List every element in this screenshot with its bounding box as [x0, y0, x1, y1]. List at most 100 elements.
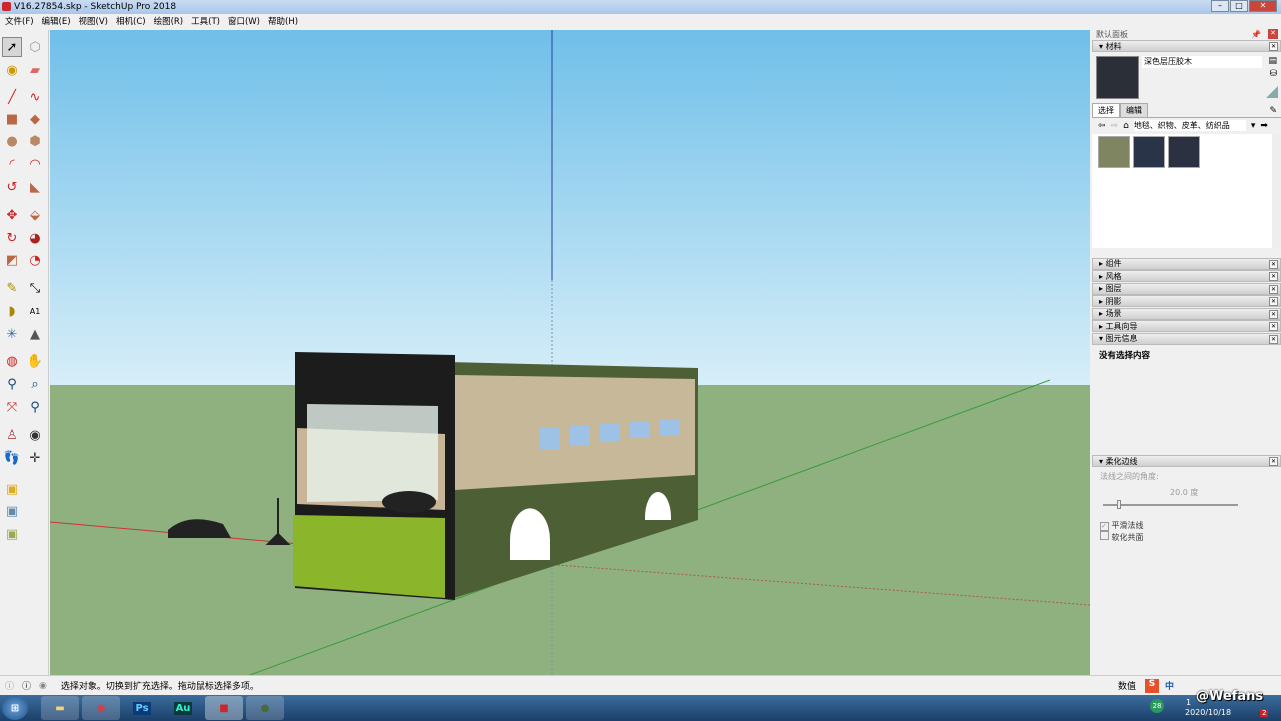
- entity-info-header[interactable]: ▾ 图元信息 ✕: [1092, 332, 1281, 345]
- panel-close[interactable]: ✕: [1269, 334, 1278, 344]
- explorer-taskbar-icon[interactable]: ▬: [41, 696, 79, 720]
- dropdown-arrow-icon[interactable]: ▾: [1251, 121, 1256, 131]
- chrome-taskbar-icon[interactable]: ◉: [82, 696, 120, 720]
- eraser-icon[interactable]: ▰: [25, 60, 45, 80]
- menu-view[interactable]: 视图(V): [79, 15, 108, 27]
- details-arrow-icon[interactable]: ➡: [1260, 121, 1268, 131]
- tab-edit[interactable]: 编辑: [1120, 102, 1148, 117]
- audition-taskbar-icon[interactable]: Au: [164, 696, 202, 720]
- polygon-icon[interactable]: ⬢: [25, 131, 45, 151]
- notification-count[interactable]: 2: [1260, 709, 1269, 717]
- pie-icon[interactable]: ◣: [25, 177, 45, 197]
- menu-edit[interactable]: 编辑(E): [42, 15, 71, 27]
- sogou-ime-icon[interactable]: S: [1145, 678, 1159, 693]
- panel-close[interactable]: ✕: [1269, 272, 1278, 281]
- text-tool-icon[interactable]: A1: [25, 301, 45, 321]
- clock-time[interactable]: 1: [1186, 698, 1191, 707]
- home-icon[interactable]: ⌂: [1123, 121, 1129, 131]
- default-material-icon[interactable]: [1266, 85, 1278, 98]
- 3d-viewport[interactable]: [50, 30, 1090, 675]
- arc-icon[interactable]: ◜: [2, 154, 22, 174]
- clock-date[interactable]: 2020/10/18: [1185, 708, 1231, 717]
- tape-measure-icon[interactable]: ✎: [2, 278, 22, 298]
- dimension-icon[interactable]: ⤡: [25, 278, 45, 298]
- panel-close[interactable]: ✕: [1269, 457, 1278, 466]
- smooth-normals-checkbox[interactable]: ✓: [1100, 521, 1109, 531]
- swatch-scrollbar[interactable]: [1272, 133, 1281, 248]
- instructor-header[interactable]: ▸ 工具向导 ✕: [1092, 320, 1281, 332]
- panel-close[interactable]: ✕: [1269, 259, 1278, 269]
- 3d-text-icon[interactable]: ▲: [25, 324, 45, 344]
- rectangle-icon[interactable]: ■: [2, 109, 22, 129]
- tab-select[interactable]: 选择: [1092, 102, 1120, 117]
- warehouse-icon[interactable]: ▣: [2, 479, 22, 499]
- zoom-icon[interactable]: ⚲: [2, 374, 22, 394]
- scale-icon[interactable]: ◩: [2, 250, 22, 270]
- previous-view-icon[interactable]: ⚲: [25, 397, 45, 417]
- material-swatch[interactable]: [1098, 135, 1130, 168]
- minimize-button[interactable]: –: [1211, 0, 1229, 12]
- follow-me-icon[interactable]: ◕: [25, 228, 45, 248]
- panel-close[interactable]: ✕: [1269, 284, 1278, 294]
- start-button[interactable]: ⊞: [2, 696, 28, 720]
- section-plane-icon[interactable]: ✛: [25, 448, 45, 468]
- look-around-icon[interactable]: ◉: [25, 425, 45, 445]
- menu-draw[interactable]: 绘图(R): [154, 15, 184, 27]
- security-badge[interactable]: 28: [1150, 699, 1164, 713]
- menu-camera[interactable]: 相机(C): [116, 15, 146, 27]
- tray-close-button[interactable]: ✕: [1268, 29, 1278, 39]
- collection-dropdown[interactable]: 地毯、织物、皮革、纺织品: [1133, 120, 1246, 131]
- angle-slider[interactable]: [1103, 503, 1238, 506]
- sample-paint-icon[interactable]: ⛁: [1269, 69, 1277, 79]
- photoshop-taskbar-icon[interactable]: Ps: [123, 696, 161, 720]
- close-button[interactable]: ✕: [1249, 0, 1277, 12]
- components-header[interactable]: ▸ 组件 ✕: [1092, 257, 1281, 270]
- scenes-header[interactable]: ▸ 场景 ✕: [1092, 307, 1281, 320]
- pan-icon[interactable]: ✋: [25, 351, 45, 371]
- panel-close[interactable]: ✕: [1269, 309, 1278, 319]
- send-to-layout-icon[interactable]: ▣: [2, 524, 22, 544]
- material-swatch[interactable]: [1168, 135, 1200, 168]
- pin-icon[interactable]: 📌: [1251, 30, 1261, 39]
- maximize-button[interactable]: □: [1230, 0, 1248, 12]
- zoom-extents-icon[interactable]: ⤧: [2, 397, 22, 417]
- image-viewer-taskbar-icon[interactable]: ●: [246, 696, 284, 720]
- soften-edges-header[interactable]: ▾ 柔化边线 ✕: [1092, 455, 1281, 467]
- protractor-icon[interactable]: ◗: [2, 301, 22, 321]
- three-point-arc-icon[interactable]: ↺: [2, 177, 22, 197]
- user-icon[interactable]: ◉: [39, 681, 47, 691]
- orbit-icon[interactable]: ◍: [2, 351, 22, 371]
- back-arrow-icon[interactable]: ⇦: [1098, 121, 1106, 131]
- offset-icon[interactable]: ◔: [25, 250, 45, 270]
- paint-bucket-icon[interactable]: ◉: [2, 60, 22, 80]
- menu-help[interactable]: 帮助(H): [268, 15, 298, 27]
- rotate-icon[interactable]: ↻: [2, 228, 22, 248]
- eyedropper-icon[interactable]: ✎: [1269, 106, 1277, 116]
- panel-close[interactable]: ✕: [1269, 322, 1278, 331]
- two-point-arc-icon[interactable]: ◠: [25, 154, 45, 174]
- materials-close[interactable]: ✕: [1269, 42, 1278, 51]
- materials-header[interactable]: ▾ 材料 ✕: [1092, 40, 1281, 52]
- line-tool-icon[interactable]: ╱: [2, 87, 22, 107]
- select-tool-icon[interactable]: ➚: [2, 37, 22, 57]
- ime-mode[interactable]: 中: [1165, 679, 1174, 692]
- axes-icon[interactable]: ✳: [2, 324, 22, 344]
- circle-icon[interactable]: ●: [2, 131, 22, 151]
- shadows-header[interactable]: ▸ 阴影 ✕: [1092, 295, 1281, 307]
- menu-tools[interactable]: 工具(T): [191, 15, 220, 27]
- create-material-icon[interactable]: ▤: [1268, 56, 1277, 66]
- menu-file[interactable]: 文件(F): [5, 15, 34, 27]
- walk-icon[interactable]: 👣: [2, 448, 22, 468]
- sketchup-taskbar-icon[interactable]: ■: [205, 696, 243, 720]
- menu-window[interactable]: 窗口(W): [228, 15, 260, 27]
- slider-thumb[interactable]: [1116, 499, 1121, 509]
- extension-warehouse-icon[interactable]: ▣: [2, 501, 22, 521]
- push-pull-icon[interactable]: ⬙: [25, 205, 45, 225]
- make-component-icon[interactable]: ⬡: [25, 37, 45, 57]
- soften-coplanar-checkbox[interactable]: [1100, 530, 1109, 540]
- position-camera-icon[interactable]: ♙: [2, 425, 22, 445]
- material-name-field[interactable]: 深色层压胶木: [1142, 55, 1262, 68]
- move-icon[interactable]: ✥: [2, 205, 22, 225]
- zoom-window-icon[interactable]: ⌕: [25, 374, 45, 394]
- panel-close[interactable]: ✕: [1269, 297, 1278, 306]
